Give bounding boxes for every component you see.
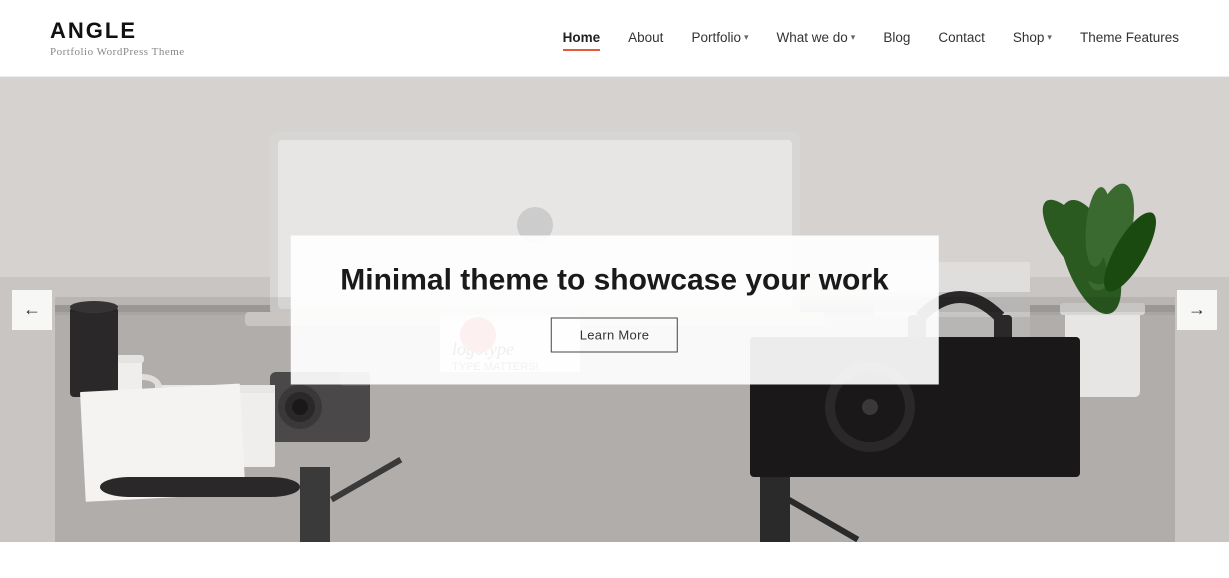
nav-item-contact[interactable]: Contact bbox=[938, 30, 985, 47]
site-header: ANGLE Portfolio WordPress Theme Home Abo… bbox=[0, 0, 1229, 77]
hero-section:  logotype TYPE MATTERS! iPhone bbox=[0, 77, 1229, 542]
logo-subtitle: Portfolio WordPress Theme bbox=[50, 46, 185, 58]
what-we-do-chevron-icon: ▾ bbox=[851, 32, 856, 43]
nav-item-theme-features[interactable]: Theme Features bbox=[1080, 30, 1179, 47]
hero-cta-button[interactable]: Learn More bbox=[551, 317, 678, 352]
arrow-right-icon: → bbox=[1188, 299, 1206, 320]
hero-overlay: Minimal theme to showcase your work Lear… bbox=[290, 235, 938, 384]
main-nav: Home About Portfolio ▾ What we do ▾ Blog… bbox=[563, 30, 1179, 47]
portfolio-chevron-icon: ▾ bbox=[744, 32, 749, 43]
logo-title: ANGLE bbox=[50, 18, 185, 44]
nav-item-what-we-do[interactable]: What we do ▾ bbox=[777, 30, 856, 47]
shop-chevron-icon: ▾ bbox=[1047, 32, 1052, 43]
slider-next-button[interactable]: → bbox=[1177, 290, 1217, 330]
nav-item-home[interactable]: Home bbox=[563, 30, 601, 47]
hero-heading: Minimal theme to showcase your work bbox=[340, 263, 888, 297]
arrow-left-icon: ← bbox=[23, 299, 41, 320]
logo[interactable]: ANGLE Portfolio WordPress Theme bbox=[50, 18, 185, 58]
nav-item-about[interactable]: About bbox=[628, 30, 663, 47]
nav-item-portfolio[interactable]: Portfolio ▾ bbox=[691, 30, 748, 47]
nav-item-blog[interactable]: Blog bbox=[883, 30, 910, 47]
nav-item-shop[interactable]: Shop ▾ bbox=[1013, 30, 1052, 47]
slider-prev-button[interactable]: ← bbox=[12, 290, 52, 330]
